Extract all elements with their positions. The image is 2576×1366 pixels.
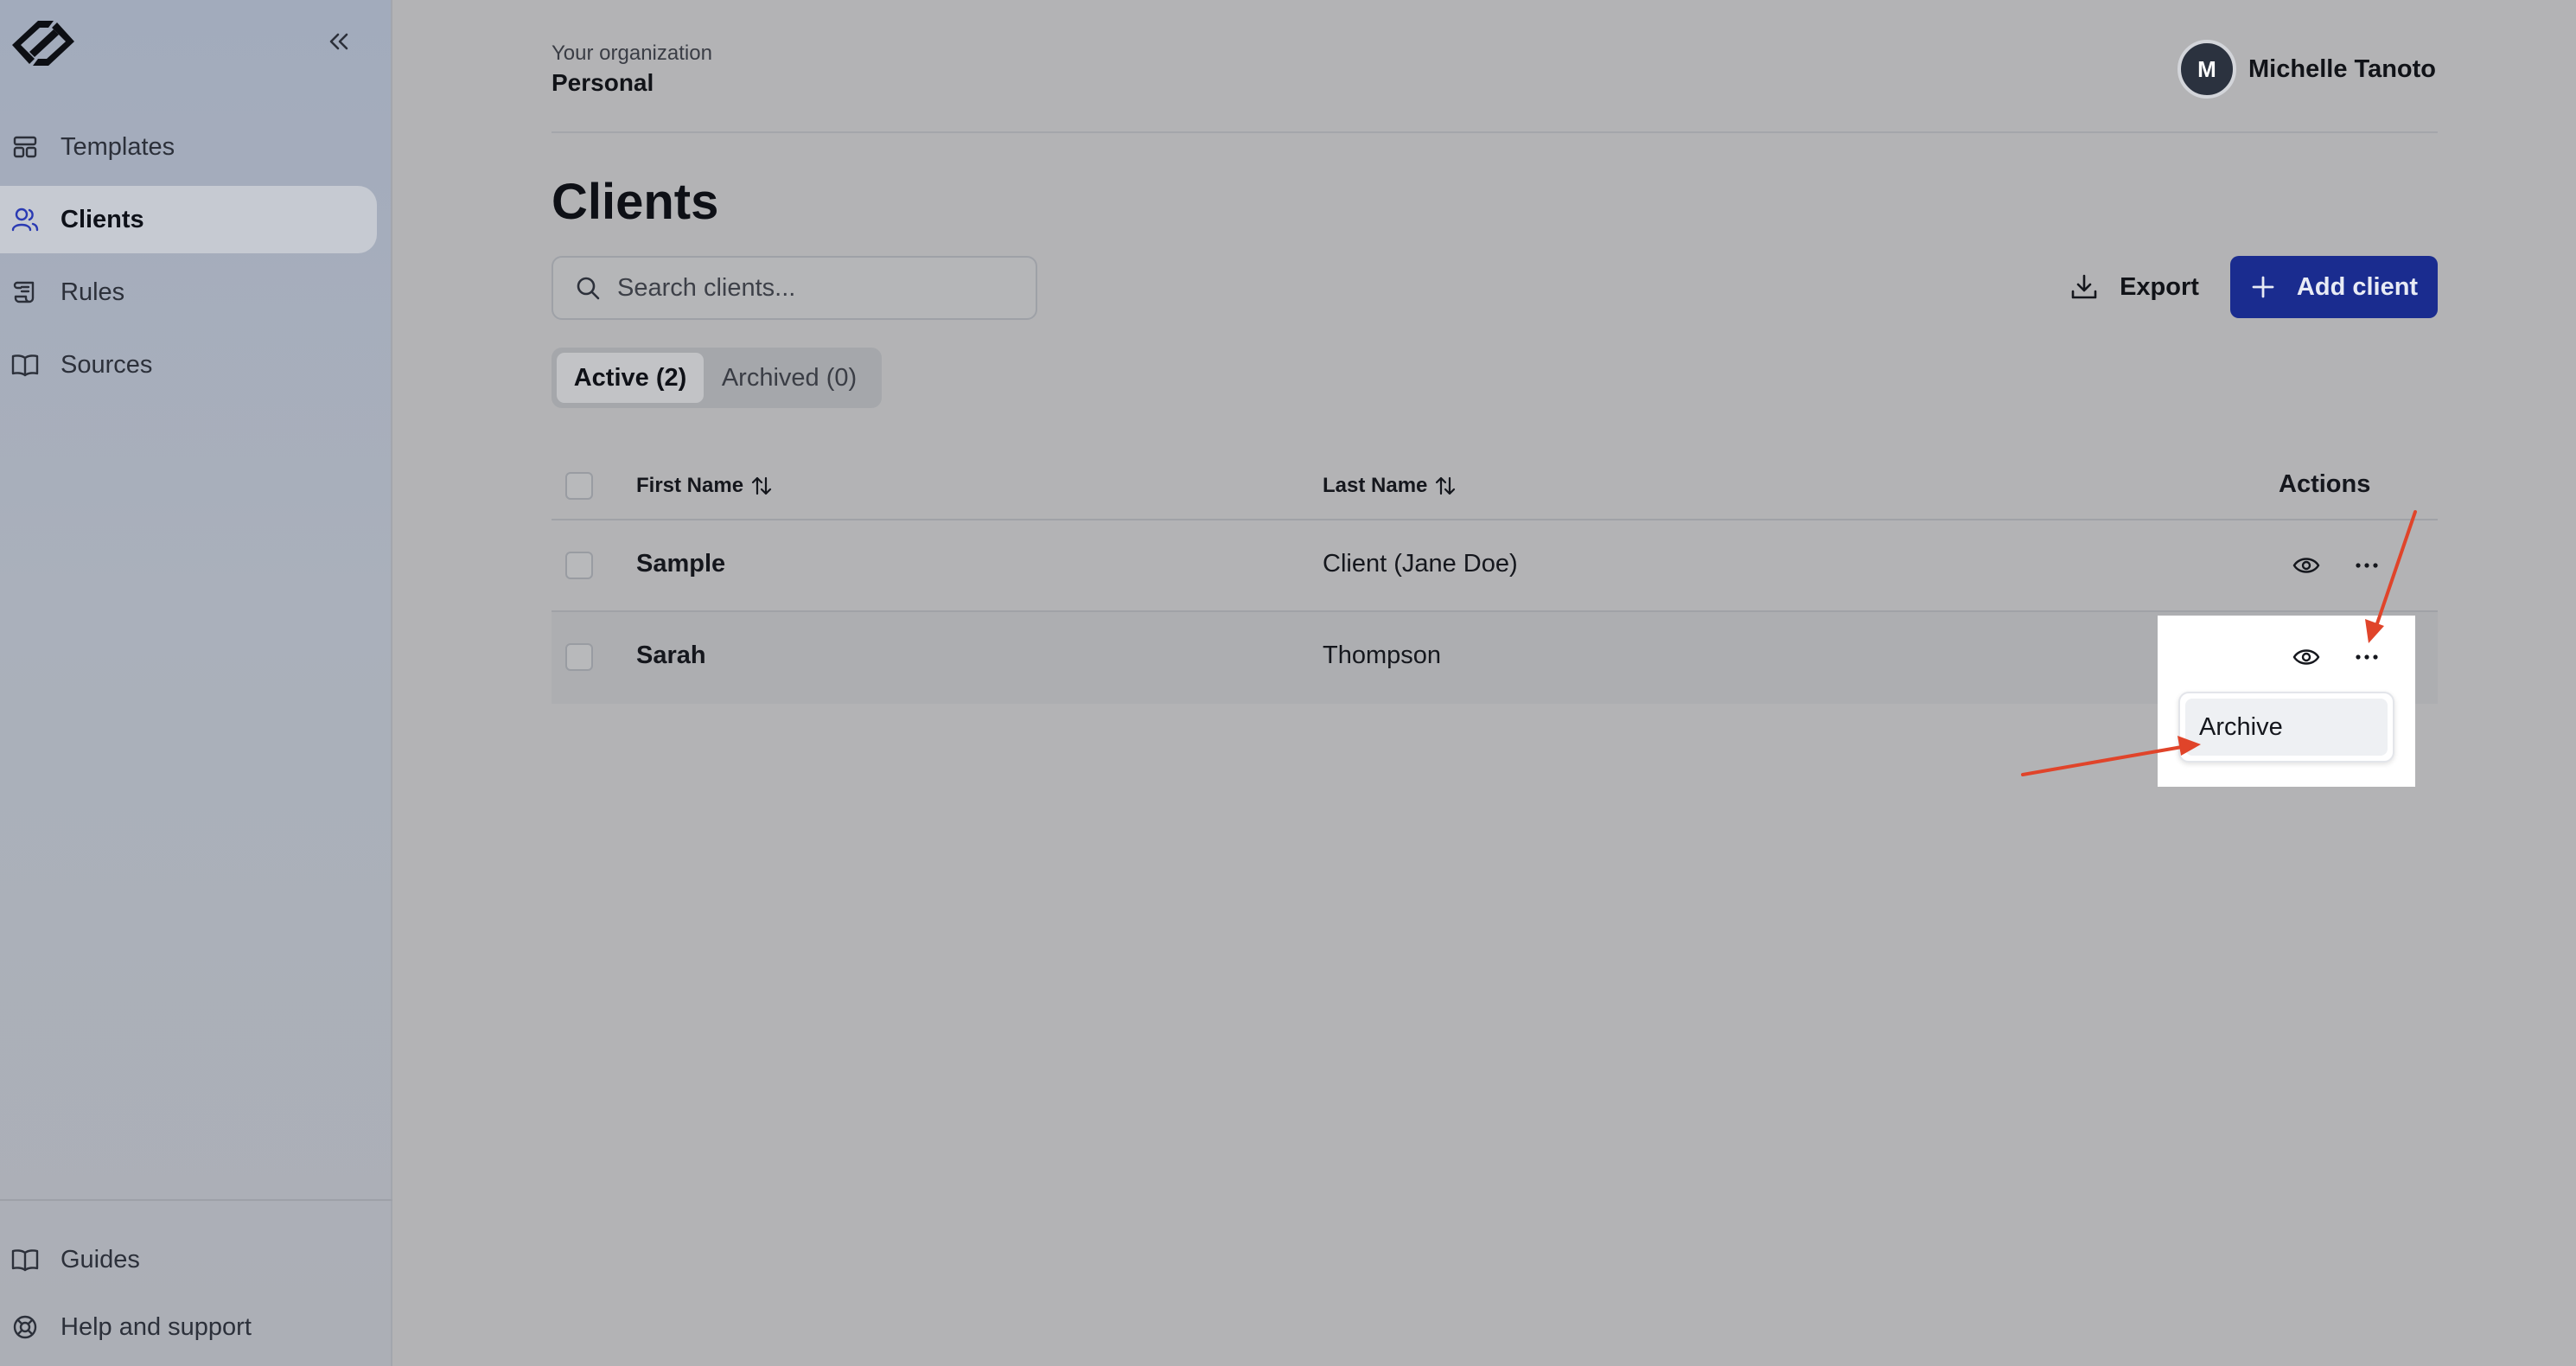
more-icon[interactable] [2350, 548, 2384, 583]
row-actions-menu: Archive [2178, 692, 2394, 763]
first-name-cell: Sample [636, 550, 726, 578]
table-row[interactable]: Sarah Thompson [552, 612, 2438, 704]
lifebuoy-icon [10, 1312, 40, 1342]
users-icon [10, 205, 40, 234]
column-label: First Name [636, 474, 744, 497]
select-all-checkbox[interactable] [565, 472, 593, 500]
sidebar-item-templates[interactable]: Templates [0, 113, 377, 181]
search-input[interactable] [617, 273, 1015, 303]
plus-icon [2250, 274, 2276, 300]
sidebar-item-help[interactable]: Help and support [0, 1293, 377, 1361]
sidebar-item-rules[interactable]: Rules [0, 259, 377, 326]
sidebar-item-label: Sources [61, 350, 153, 379]
org-name[interactable]: Personal [552, 69, 654, 97]
sidebar-item-guides[interactable]: Guides [0, 1226, 377, 1293]
last-name-cell: Client (Jane Doe) [1323, 550, 1518, 578]
scroll-icon [10, 278, 40, 307]
add-client-label: Add client [2296, 272, 2419, 301]
chevrons-left-icon [329, 33, 348, 50]
user-menu[interactable]: M Michelle Tanoto [2177, 40, 2436, 99]
row-checkbox[interactable] [565, 552, 593, 579]
sidebar-item-label: Clients [61, 205, 144, 233]
logo[interactable] [3, 12, 83, 74]
sidebar-item-label: Rules [61, 278, 125, 306]
template-icon [10, 132, 40, 162]
user-name: Michelle Tanoto [2248, 54, 2436, 83]
column-actions: Actions [2279, 470, 2371, 498]
row-checkbox[interactable] [565, 643, 593, 671]
header-divider [552, 131, 2438, 133]
org-label: Your organization [552, 41, 712, 65]
download-icon [2069, 272, 2099, 302]
sidebar-item-sources[interactable]: Sources [0, 331, 377, 399]
book-icon [10, 350, 40, 380]
last-name-cell: Thompson [1323, 642, 1442, 669]
page-title: Clients [552, 174, 719, 230]
export-button[interactable]: Export [2057, 256, 2211, 318]
add-client-button[interactable]: Add client [2230, 256, 2438, 318]
sidebar-divider [0, 1199, 392, 1201]
sidebar-item-label: Help and support [61, 1312, 252, 1341]
collapse-sidebar-button[interactable] [322, 24, 356, 59]
tab-archived[interactable]: Archived (0) [704, 353, 875, 403]
table-header: First Name Last Name Actions [552, 458, 2438, 520]
sidebar-item-clients[interactable]: Clients [0, 186, 377, 253]
search-box[interactable] [552, 256, 1037, 320]
search-icon [574, 274, 602, 302]
avatar: M [2177, 40, 2237, 99]
export-label: Export [2120, 272, 2199, 301]
column-label: Last Name [1323, 474, 1428, 497]
column-first-name[interactable]: First Name [636, 474, 773, 498]
first-name-cell: Sarah [636, 642, 706, 669]
tab-active[interactable]: Active (2) [557, 353, 704, 403]
logo-icon [12, 21, 74, 66]
book-icon [10, 1245, 40, 1274]
sidebar-item-label: Templates [61, 132, 175, 161]
column-last-name[interactable]: Last Name [1323, 474, 1457, 498]
sidebar: Templates Clients Rules Sources Guides H… [0, 0, 392, 1366]
more-icon[interactable] [2350, 640, 2384, 674]
status-tabs: Active (2) Archived (0) [552, 348, 882, 408]
sidebar-item-label: Guides [61, 1245, 140, 1273]
view-icon[interactable] [2289, 640, 2324, 674]
table-row[interactable]: Sample Client (Jane Doe) [552, 520, 2438, 612]
archive-menu-item[interactable]: Archive [2185, 699, 2388, 756]
sort-icon [750, 475, 773, 497]
sort-icon [1434, 475, 1457, 497]
view-icon[interactable] [2289, 548, 2324, 583]
